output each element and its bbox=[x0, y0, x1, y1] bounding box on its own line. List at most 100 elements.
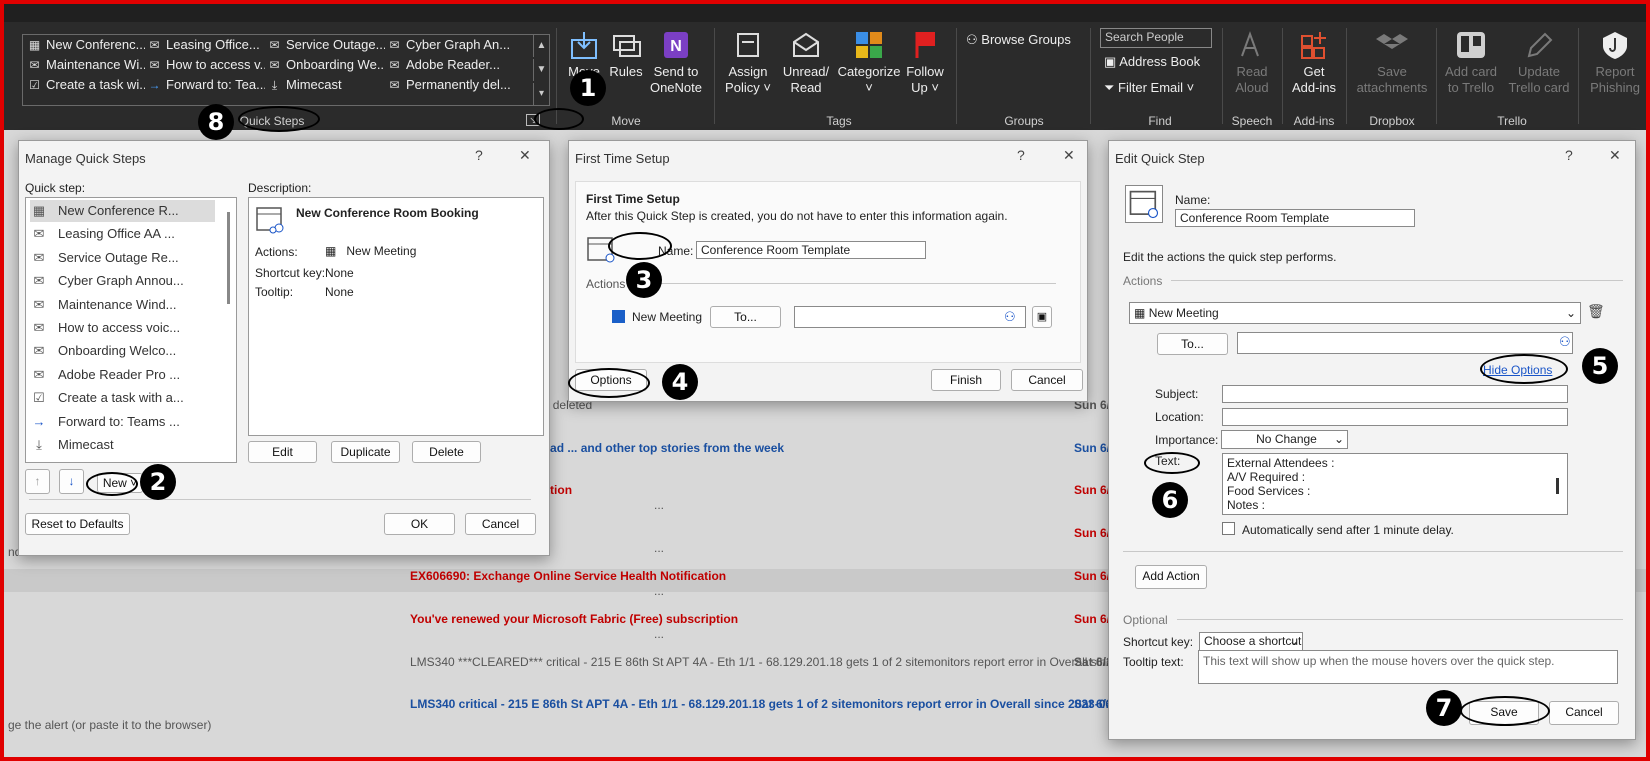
mail-date: Sun 6/ bbox=[1074, 483, 1111, 497]
cancel-button[interactable]: Cancel bbox=[1549, 701, 1619, 725]
qs-gallery-item[interactable]: ✉ Leasing Office... bbox=[147, 37, 265, 52]
save-attachments-button[interactable]: Save attachments bbox=[1350, 30, 1434, 96]
send-to-onenote-button[interactable]: N Send to OneNote bbox=[644, 30, 708, 96]
qs-gallery-item[interactable]: ✉ Service Outage... bbox=[267, 37, 385, 52]
close-icon[interactable]: ✕ bbox=[519, 147, 531, 164]
close-icon[interactable]: ✕ bbox=[1063, 147, 1075, 164]
qs-gallery-item[interactable]: → Forward to: Tea... bbox=[147, 77, 266, 92]
update-trello-card-button[interactable]: Update Trello card bbox=[1504, 30, 1574, 96]
quick-step-list-item[interactable]: ✉ How to access voic... bbox=[30, 317, 215, 339]
quick-step-list-label: Cyber Graph Annou... bbox=[58, 273, 184, 289]
quick-step-list-item[interactable]: ▦ New Conference R... bbox=[30, 200, 215, 222]
quick-step-list-item[interactable]: → Forward to: Teams ... bbox=[30, 411, 215, 433]
shortcut-select[interactable]: Choose a shortcut ⌄ bbox=[1199, 632, 1303, 651]
follow-up-button[interactable]: Follow Up ˅ bbox=[902, 30, 948, 96]
check-names-icon[interactable]: ⚇ bbox=[1559, 334, 1571, 350]
add-action-button[interactable]: Add Action bbox=[1135, 565, 1207, 589]
text-scrollbar[interactable] bbox=[1556, 478, 1559, 494]
reset-defaults-button[interactable]: Reset to Defaults bbox=[25, 513, 130, 535]
qs-gallery-item[interactable]: ✉ Maintenance Wi... bbox=[27, 57, 145, 72]
cancel-button[interactable]: Cancel bbox=[465, 513, 536, 535]
location-input[interactable] bbox=[1222, 408, 1568, 426]
filter-email-button[interactable]: ⏷ Filter Email ˅ bbox=[1104, 80, 1194, 96]
quick-step-list-label: New Conference R... bbox=[58, 203, 179, 218]
to-button[interactable]: To... bbox=[1157, 333, 1228, 355]
add-card-to-trello-button[interactable]: Add card to Trello bbox=[1440, 30, 1502, 96]
to-button[interactable]: To... bbox=[710, 306, 781, 328]
update-label-2: Trello card bbox=[1508, 80, 1570, 95]
quick-step-list[interactable]: ▦ New Conference R... ✉ Leasing Office AA .… bbox=[25, 197, 237, 463]
help-icon[interactable]: ? bbox=[1017, 147, 1025, 163]
new-meeting-checkbox[interactable] bbox=[612, 310, 625, 323]
help-icon[interactable]: ? bbox=[475, 147, 483, 163]
to-input[interactable] bbox=[794, 306, 1026, 328]
qs-gallery-item[interactable]: ✉ Permanently del... bbox=[387, 77, 511, 92]
browse-groups-button[interactable]: ⚇ Browse Groups bbox=[966, 32, 1071, 48]
quick-step-list-item[interactable]: ✉ Onboarding Welco... bbox=[30, 340, 215, 362]
importance-select[interactable]: No Change ⌄ bbox=[1221, 430, 1348, 449]
name-input[interactable]: Conference Room Template bbox=[1175, 209, 1415, 227]
to-input[interactable] bbox=[1237, 332, 1573, 354]
envelope-icon: ✉ bbox=[269, 38, 280, 52]
quick-step-list-item[interactable]: ✉ Cyber Graph Annou... bbox=[30, 270, 215, 292]
qs-gallery-item[interactable]: ✉ Adobe Reader... bbox=[387, 57, 511, 72]
cancel-button[interactable]: Cancel bbox=[1011, 369, 1083, 391]
auto-send-checkbox[interactable] bbox=[1222, 522, 1235, 535]
qs-gallery-item[interactable]: ▦ New Conferenc... bbox=[27, 37, 145, 52]
report-phishing-button[interactable]: Report Phishing bbox=[1582, 30, 1646, 96]
duplicate-button[interactable]: Duplicate bbox=[331, 441, 400, 463]
subject-input[interactable] bbox=[1222, 385, 1568, 403]
qs-gallery-item[interactable]: ✉ Cyber Graph An... bbox=[387, 37, 511, 52]
quick-step-list-item[interactable]: ✉ Maintenance Wind... bbox=[30, 294, 215, 316]
search-people-input[interactable]: Search People bbox=[1100, 28, 1212, 48]
qs-gallery-item[interactable]: ☑ Create a task wi... bbox=[27, 77, 145, 92]
unread-read-button[interactable]: Unread/ Read bbox=[778, 30, 834, 96]
unread-label-1: Unread/ bbox=[782, 64, 830, 79]
check-names-icon[interactable]: ⚇ bbox=[1004, 309, 1016, 325]
quick-step-list-item[interactable]: ☑ Create a task with a... bbox=[30, 387, 215, 409]
tooltip-text-input[interactable]: This text will show up when the mouse ho… bbox=[1198, 650, 1618, 684]
quick-step-list-item[interactable]: ⤓ Mimecast bbox=[30, 434, 215, 456]
qs-gallery-item[interactable]: ⤓ Mimecast bbox=[267, 77, 385, 93]
address-book-icon[interactable]: ▣ bbox=[1032, 306, 1052, 328]
gallery-more-icon[interactable]: ▾ bbox=[533, 83, 549, 105]
text-area[interactable]: External Attendees : A/V Required : Food S… bbox=[1222, 453, 1568, 515]
finish-button[interactable]: Finish bbox=[931, 369, 1001, 391]
close-icon[interactable]: ✕ bbox=[1609, 147, 1621, 164]
filter-email-label: Filter Email bbox=[1118, 80, 1184, 95]
categorize-button[interactable]: Categorize ˅ bbox=[836, 30, 902, 96]
speech-group-label: Speech bbox=[1231, 114, 1273, 128]
edit-button[interactable]: Edit bbox=[248, 441, 317, 463]
name-input[interactable]: Conference Room Template bbox=[696, 241, 926, 259]
onenote-label-1: Send to bbox=[653, 64, 699, 79]
delete-button[interactable]: Delete bbox=[412, 441, 481, 463]
list-scrollbar[interactable] bbox=[227, 212, 230, 304]
gallery-scroll-down-icon[interactable]: ▼ bbox=[533, 59, 549, 81]
move-group-label: Move bbox=[611, 114, 641, 128]
gallery-scroll-up-icon[interactable]: ▲ bbox=[533, 35, 549, 57]
quick-step-list-item[interactable]: ✉ Adobe Reader Pro ... bbox=[30, 364, 215, 386]
rules-button[interactable]: Rules bbox=[604, 30, 648, 80]
action-dropdown[interactable]: ▦ New Meeting ⌄ bbox=[1129, 302, 1581, 324]
qs-gallery-item[interactable]: ✉ How to access v... bbox=[147, 57, 265, 72]
move-down-arrow-icon[interactable]: ↓ bbox=[59, 469, 84, 494]
shortcut-key-label: Shortcut key: bbox=[1123, 635, 1194, 649]
ok-button[interactable]: OK bbox=[384, 513, 455, 535]
quick-step-list-item[interactable]: ✉ Leasing Office AA ... bbox=[30, 223, 215, 245]
quick-step-icon-button[interactable] bbox=[1125, 185, 1163, 223]
calendar-people-icon: ▦ bbox=[28, 38, 41, 52]
qs-gallery-item[interactable]: ✉ Onboarding We... bbox=[267, 57, 385, 72]
mail-preview-text: ... bbox=[654, 584, 665, 598]
address-book-button[interactable]: ▣ Address Book bbox=[1104, 54, 1200, 70]
chevron-down-icon: ⌄ bbox=[1565, 306, 1576, 320]
action-value: New Meeting bbox=[346, 244, 417, 258]
read-aloud-button[interactable]: Read Aloud bbox=[1226, 30, 1278, 96]
quick-step-list-item[interactable]: ✉ Service Outage Re... bbox=[30, 247, 215, 269]
move-up-arrow-icon[interactable]: ↑ bbox=[25, 469, 50, 494]
quick-steps-gallery[interactable]: ▦ New Conferenc... ✉ Leasing Office... ✉ Se… bbox=[22, 34, 550, 106]
trash-icon[interactable]: 🗑 bbox=[1587, 303, 1605, 320]
get-add-ins-button[interactable]: Get Add-ins bbox=[1286, 30, 1342, 96]
envelope-icon: ✉ bbox=[149, 38, 160, 52]
help-icon[interactable]: ? bbox=[1565, 147, 1573, 163]
assign-policy-button[interactable]: Assign Policy ˅ bbox=[720, 30, 776, 96]
